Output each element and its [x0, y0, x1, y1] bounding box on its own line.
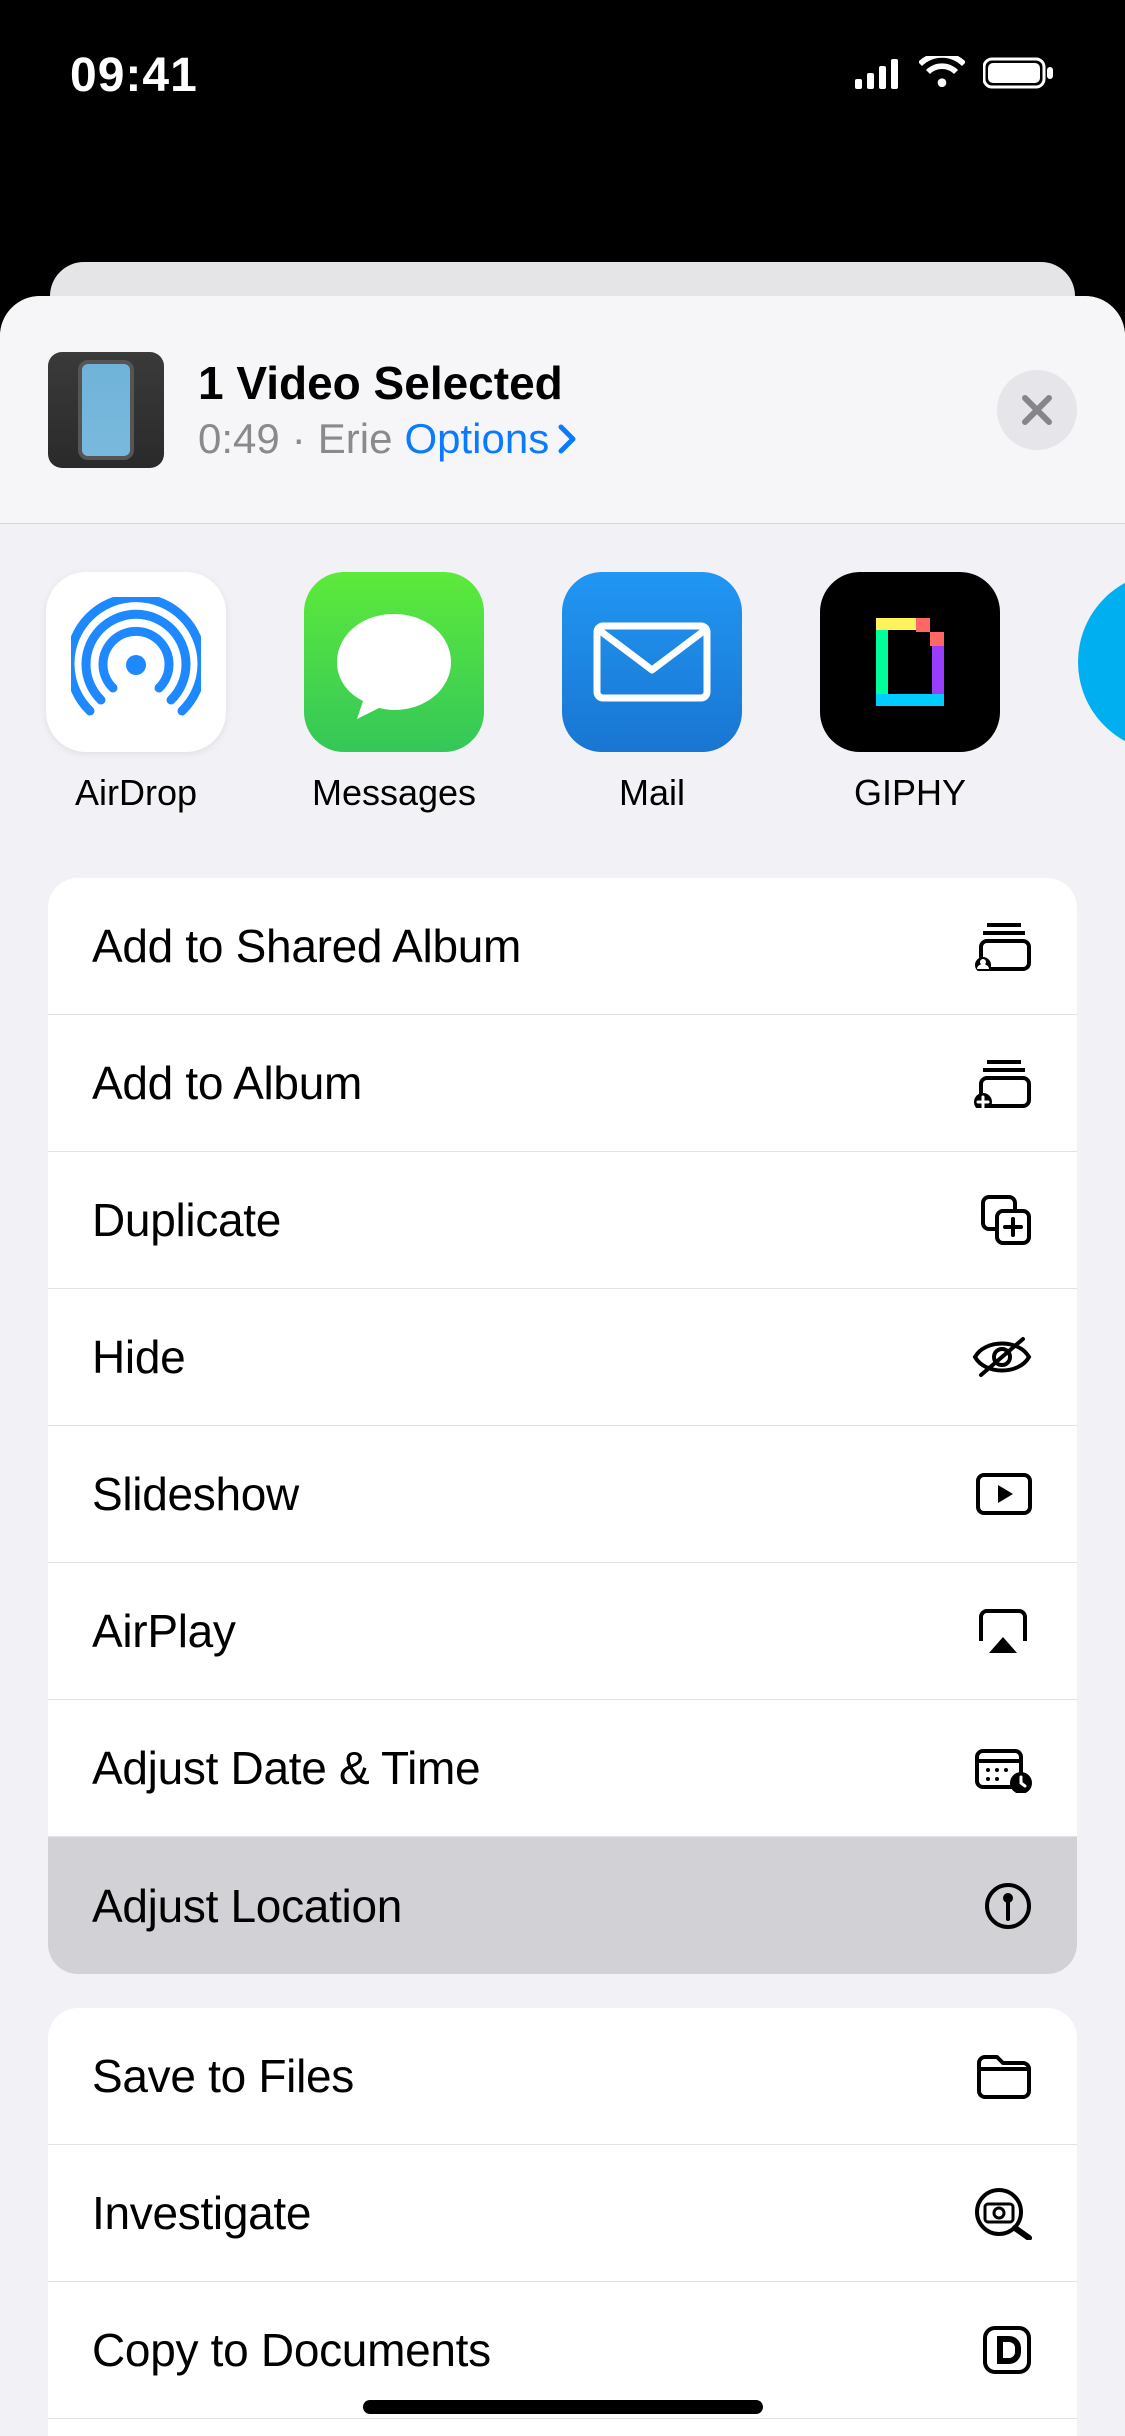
slideshow-icon	[971, 1472, 1033, 1516]
app-airdrop[interactable]: AirDrop	[46, 572, 226, 814]
folder-icon	[971, 2053, 1033, 2099]
documents-app-icon	[971, 2324, 1033, 2376]
mail-icon	[562, 572, 742, 752]
action-duplicate[interactable]: Duplicate	[48, 1152, 1077, 1289]
status-indicators	[855, 56, 1055, 95]
shared-album-icon	[971, 921, 1033, 971]
add-album-icon	[971, 1058, 1033, 1108]
airplay-icon	[971, 1607, 1033, 1655]
camera-search-icon	[971, 2186, 1033, 2240]
options-label: Options	[404, 415, 549, 463]
action-adjust-date-time[interactable]: Adjust Date & Time	[48, 1700, 1077, 1837]
action-adjust-location[interactable]: Adjust Location	[48, 1837, 1077, 1974]
actions-group-1: Add to Shared Album Add to Album Duplica…	[48, 878, 1077, 1974]
location-pin-icon	[971, 1881, 1033, 1931]
sheet-header: 1 Video Selected 0:49 · Erie Options	[0, 296, 1125, 524]
action-copy-to-documents[interactable]: Copy to Documents	[48, 2282, 1077, 2419]
home-indicator[interactable]	[363, 2400, 763, 2414]
thumbnail-phone-icon	[78, 360, 134, 460]
app-label: GIPHY	[854, 772, 966, 814]
app-peek[interactable]: S	[1078, 572, 1125, 814]
close-icon	[1019, 392, 1055, 428]
action-slideshow[interactable]: Slideshow	[48, 1426, 1077, 1563]
row-label: Add to Shared Album	[92, 919, 971, 973]
messages-icon	[304, 572, 484, 752]
wifi-icon	[919, 56, 965, 95]
row-label: Hide	[92, 1330, 971, 1384]
duplicate-icon	[971, 1193, 1033, 1247]
skype-icon	[1078, 572, 1125, 752]
action-upload-vimeo[interactable]: Upload to Vimeo	[48, 2419, 1077, 2436]
row-label: Slideshow	[92, 1467, 971, 1521]
battery-icon	[983, 56, 1055, 95]
options-button[interactable]: Options	[404, 415, 577, 463]
video-duration: 0:49	[198, 415, 280, 463]
header-info: 1 Video Selected 0:49 · Erie Options	[198, 356, 963, 463]
row-label: Save to Files	[92, 2049, 971, 2103]
row-label: Adjust Date & Time	[92, 1741, 971, 1795]
row-label: Copy to Documents	[92, 2323, 971, 2377]
close-button[interactable]	[997, 370, 1077, 450]
action-add-shared-album[interactable]: Add to Shared Album	[48, 878, 1077, 1015]
status-bar: 09:41	[0, 0, 1125, 150]
row-label: AirPlay	[92, 1604, 971, 1658]
separator-dot: ·	[292, 415, 306, 463]
action-investigate[interactable]: Investigate	[48, 2145, 1077, 2282]
app-mail[interactable]: Mail	[562, 572, 742, 814]
selection-title: 1 Video Selected	[198, 356, 963, 411]
action-save-to-files[interactable]: Save to Files	[48, 2008, 1077, 2145]
app-messages[interactable]: Messages	[304, 572, 484, 814]
row-label: Add to Album	[92, 1056, 971, 1110]
airdrop-icon	[46, 572, 226, 752]
chevron-right-icon	[557, 423, 577, 455]
video-location: Erie	[318, 415, 393, 463]
row-label: Adjust Location	[92, 1879, 971, 1933]
video-thumbnail[interactable]	[48, 352, 164, 468]
actions-group-2: Save to Files Investigate Copy to Docume…	[48, 2008, 1077, 2436]
share-sheet: 1 Video Selected 0:49 · Erie Options Air…	[0, 296, 1125, 2436]
status-time: 09:41	[70, 48, 198, 103]
cellular-icon	[855, 57, 901, 94]
calendar-clock-icon	[971, 1743, 1033, 1793]
giphy-icon	[820, 572, 1000, 752]
app-label: Messages	[312, 772, 476, 814]
row-label: Investigate	[92, 2186, 971, 2240]
row-label: Duplicate	[92, 1193, 971, 1247]
action-airplay[interactable]: AirPlay	[48, 1563, 1077, 1700]
hide-icon	[971, 1335, 1033, 1379]
action-hide[interactable]: Hide	[48, 1289, 1077, 1426]
action-add-album[interactable]: Add to Album	[48, 1015, 1077, 1152]
app-share-row[interactable]: AirDrop Messages Mail GIPHY S	[0, 524, 1125, 878]
app-label: AirDrop	[75, 772, 197, 814]
app-label: Mail	[619, 772, 685, 814]
app-giphy[interactable]: GIPHY	[820, 572, 1000, 814]
